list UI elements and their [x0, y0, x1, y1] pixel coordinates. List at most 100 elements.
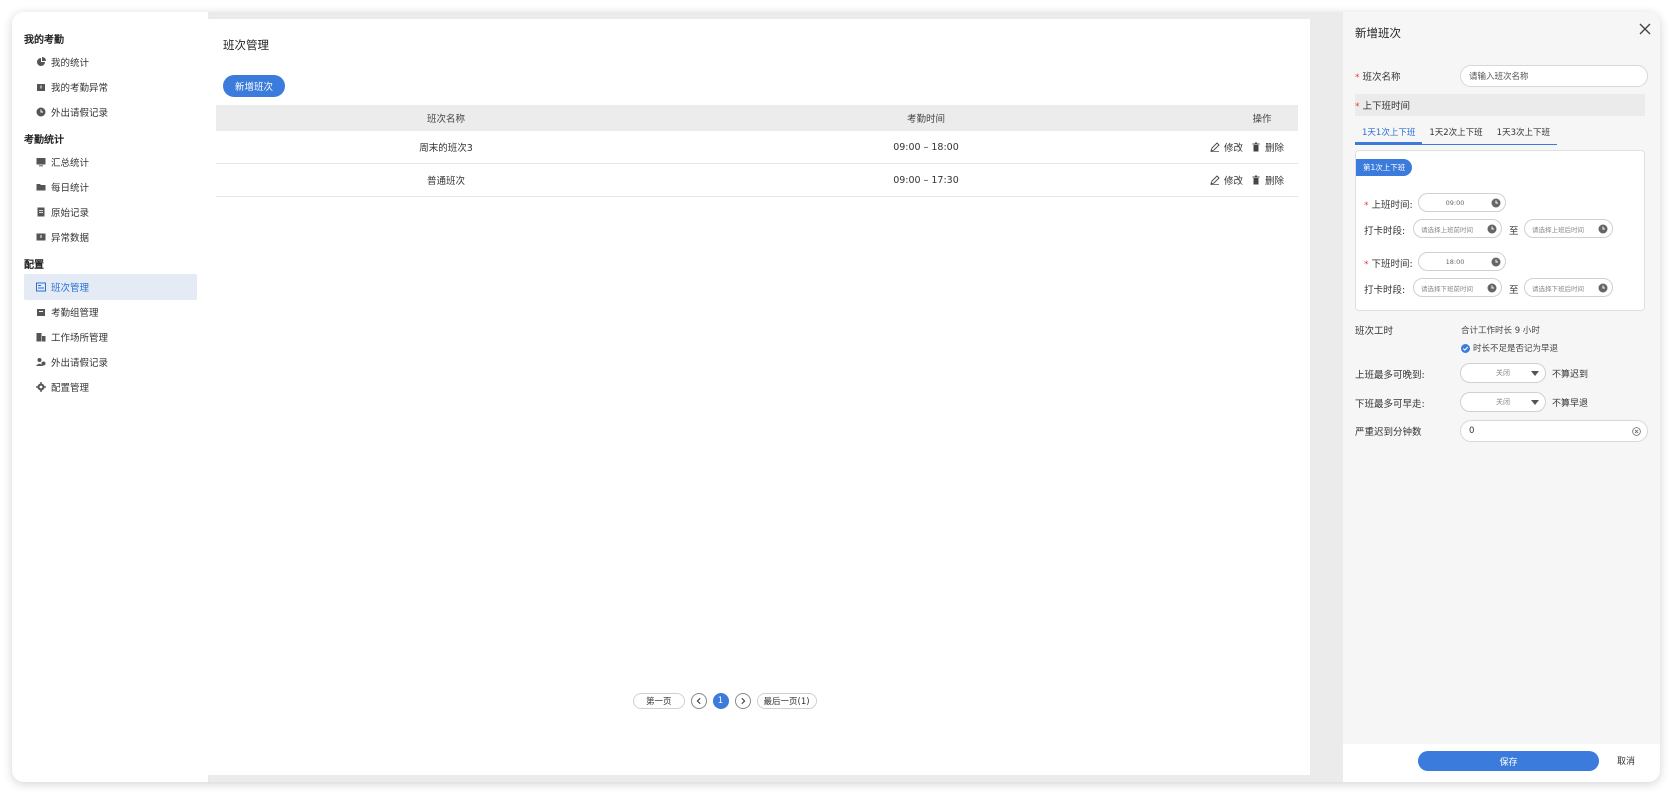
document-icon — [36, 207, 46, 217]
sidebar-item-raw[interactable]: 原始记录 — [24, 199, 197, 225]
edit-link[interactable]: 修改 — [1224, 140, 1243, 154]
table-row: 周末的班次3 09:00 – 18:00 修改 删除 — [216, 131, 1298, 164]
late-allowance-label: 上班最多可晚到: — [1355, 370, 1425, 381]
sidebar-item-label: 原始记录 — [51, 208, 90, 219]
new-shift-panel: 新增班次 班次名称 请输入班次名称 上下班时间 1天1次上下班 1天2次上下班 … — [1343, 12, 1660, 782]
sidebar-item-daily[interactable]: 每日统计 — [24, 174, 197, 200]
edit-link[interactable]: 修改 — [1224, 173, 1243, 187]
sidebar-item-label: 我的统计 — [51, 58, 90, 69]
punch-period-label: 打卡时段: — [1364, 285, 1406, 296]
shift-count-tabs: 1天1次上下班 1天2次上下班 1天3次上下班 — [1355, 122, 1557, 145]
caret-down-icon — [1531, 400, 1539, 405]
sidebar-item-summary[interactable]: 汇总统计 — [24, 149, 197, 175]
add-shift-button[interactable]: 新增班次 — [223, 75, 285, 97]
sidebar-item-config-management[interactable]: 配置管理 — [24, 374, 197, 400]
clock-icon — [1487, 283, 1497, 293]
first-page-button[interactable]: 第一页 — [633, 693, 685, 709]
sidebar-item-group-management[interactable]: 考勤组管理 — [24, 299, 197, 325]
sidebar-item-my-anomaly[interactable]: 我的考勤异常 — [24, 74, 197, 100]
cancel-button[interactable]: 取消 — [1617, 754, 1635, 767]
severe-late-value: 0 — [1469, 426, 1475, 436]
late-allowance-select[interactable]: 关闭 — [1460, 363, 1546, 383]
main-content: 班次管理 新增班次 班次名称 考勤时间 操作 周末的班次3 09:00 – 18… — [203, 19, 1310, 775]
early-allowance-select[interactable]: 关闭 — [1460, 392, 1546, 412]
check-circle-icon — [1461, 343, 1470, 353]
end-time-input[interactable]: 18:00 — [1418, 252, 1506, 271]
sidebar-item-label: 工作场所管理 — [51, 333, 109, 344]
users-icon — [36, 357, 46, 367]
shift-period-box: 第1次上下班 上班时间: 09:00 打卡时段: 请选择上班前时间 至 请选择上… — [1355, 150, 1645, 311]
shift-time-cell: 09:00 – 18:00 — [893, 141, 959, 153]
panel-title: 新增班次 — [1355, 26, 1401, 40]
tab-twice-daily[interactable]: 1天2次上下班 — [1422, 122, 1489, 144]
sidebar-item-anomaly-data[interactable]: 异常数据 — [24, 224, 197, 250]
prev-page-button[interactable] — [690, 693, 707, 709]
after-start-placeholder: 请选择上班后时间 — [1532, 225, 1584, 234]
tab-once-daily[interactable]: 1天1次上下班 — [1355, 122, 1423, 144]
sidebar-item-label: 班次管理 — [51, 283, 90, 294]
actions-cell: 修改 删除 — [1176, 173, 1298, 187]
table-header: 班次名称 考勤时间 操作 — [216, 105, 1298, 131]
shift-time-cell: 09:00 – 17:30 — [893, 174, 959, 186]
gear-icon — [36, 382, 46, 392]
app-window: 我的考勤 我的统计 我的考勤异常 外出请假记录 考勤统计 汇总统计 每日统计 原… — [12, 12, 1660, 782]
start-time-input[interactable]: 09:00 — [1418, 193, 1506, 212]
sidebar-item-leave-records[interactable]: 外出请假记录 — [24, 99, 197, 125]
shift-name-label-text: 班次名称 — [1362, 72, 1401, 83]
shift-name-cell: 周末的班次3 — [419, 143, 473, 154]
to-label: 至 — [1509, 285, 1519, 296]
before-start-input[interactable]: 请选择上班前时间 — [1413, 219, 1502, 238]
current-page[interactable]: 1 — [712, 693, 729, 709]
save-button[interactable]: 保存 — [1418, 751, 1599, 771]
edit-icon[interactable] — [1210, 142, 1220, 152]
severe-late-input[interactable]: 0 — [1460, 420, 1648, 442]
early-leave-checkbox-label: 时长不足是否记为早退 — [1473, 344, 1559, 354]
clear-icon — [1632, 427, 1641, 436]
start-time-value: 09:00 — [1445, 198, 1465, 207]
shift-time-section: 上下班时间 — [1355, 94, 1645, 116]
late-suffix: 不算迟到 — [1552, 370, 1589, 380]
early-allowance-value: 关闭 — [1496, 398, 1510, 406]
actions-cell: 修改 删除 — [1176, 140, 1298, 154]
early-allowance-label: 下班最多可早走: — [1355, 399, 1425, 410]
shift-name-input[interactable]: 请输入班次名称 — [1460, 65, 1648, 87]
sidebar-item-label: 汇总统计 — [51, 158, 90, 169]
clock-icon — [1491, 198, 1501, 208]
panel-footer: 保存 取消 — [1343, 744, 1660, 782]
schedule-icon — [36, 282, 46, 292]
delete-link[interactable]: 删除 — [1265, 173, 1284, 187]
after-start-input[interactable]: 请选择上班后时间 — [1524, 219, 1613, 238]
last-page-button[interactable]: 最后一页(1) — [756, 693, 817, 709]
work-hours-value: 合计工作时长 9 小时 — [1461, 326, 1540, 336]
close-icon[interactable] — [1638, 22, 1652, 36]
group-title-attendance-stats: 考勤统计 — [24, 135, 64, 146]
edit-icon[interactable] — [1210, 175, 1220, 185]
sidebar-item-shift-management[interactable]: 班次管理 — [24, 274, 197, 300]
delete-link[interactable]: 删除 — [1265, 140, 1284, 154]
sidebar: 我的考勤 我的统计 我的考勤异常 外出请假记录 考勤统计 汇总统计 每日统计 原… — [12, 12, 209, 782]
page-title: 班次管理 — [223, 38, 269, 52]
after-end-input[interactable]: 请选择下班后时间 — [1524, 278, 1613, 297]
punch-period-label: 打卡时段: — [1364, 226, 1406, 237]
sidebar-item-leave-records-config[interactable]: 外出请假记录 — [24, 349, 197, 375]
sidebar-item-label: 异常数据 — [51, 233, 90, 244]
trash-icon[interactable] — [1251, 175, 1261, 185]
early-leave-checkbox[interactable]: 时长不足是否记为早退 — [1461, 342, 1558, 354]
before-end-input[interactable]: 请选择下班前时间 — [1413, 278, 1502, 297]
next-page-button[interactable] — [734, 693, 751, 709]
group-box-icon — [36, 307, 46, 317]
group-title-config: 配置 — [24, 260, 44, 271]
table-row: 普通班次 09:00 – 17:30 修改 删除 — [216, 164, 1298, 197]
group-title-my-attendance: 我的考勤 — [24, 35, 64, 46]
tab-thrice-daily[interactable]: 1天3次上下班 — [1490, 122, 1557, 144]
clock-icon — [1487, 224, 1497, 234]
sidebar-item-workplace[interactable]: 工作场所管理 — [24, 324, 197, 350]
folder-icon — [36, 182, 46, 192]
before-start-placeholder: 请选择上班前时间 — [1421, 225, 1473, 234]
end-time-label: 下班时间: — [1364, 256, 1413, 270]
sidebar-item-label: 外出请假记录 — [51, 108, 109, 119]
sidebar-item-my-stats[interactable]: 我的统计 — [24, 49, 197, 75]
before-end-placeholder: 请选择下班前时间 — [1421, 284, 1473, 293]
trash-icon[interactable] — [1251, 142, 1261, 152]
sidebar-item-label: 考勤组管理 — [51, 308, 99, 319]
